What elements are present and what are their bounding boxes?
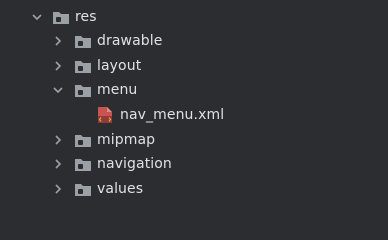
xml-file-icon bbox=[97, 106, 113, 124]
folder-icon bbox=[74, 34, 92, 49]
tree-node-values[interactable]: values bbox=[0, 177, 388, 202]
folder-icon bbox=[74, 83, 92, 98]
tree-node-label: values bbox=[97, 181, 144, 197]
tree-node-nav-menu-xml[interactable]: nav_menu.xml bbox=[0, 103, 388, 128]
tree-node-label: menu bbox=[97, 82, 138, 98]
project-tree: res drawable layout menu nav_menu.xml mi… bbox=[0, 0, 388, 203]
chevron-right-icon[interactable] bbox=[52, 158, 64, 170]
tree-node-label: nav_menu.xml bbox=[120, 107, 225, 123]
folder-icon bbox=[52, 10, 70, 25]
tree-node-label: drawable bbox=[97, 33, 163, 49]
tree-node-mipmap[interactable]: mipmap bbox=[0, 128, 388, 153]
folder-icon bbox=[74, 59, 92, 74]
folder-icon bbox=[74, 133, 92, 148]
tree-node-layout[interactable]: layout bbox=[0, 54, 388, 79]
tree-node-label: layout bbox=[97, 58, 142, 74]
chevron-down-icon[interactable] bbox=[31, 11, 43, 23]
chevron-down-icon[interactable] bbox=[52, 84, 64, 96]
chevron-right-icon[interactable] bbox=[52, 183, 64, 195]
tree-node-res[interactable]: res bbox=[0, 5, 388, 30]
tree-node-label: mipmap bbox=[97, 132, 156, 148]
tree-node-label: navigation bbox=[97, 156, 172, 172]
tree-node-menu[interactable]: menu bbox=[0, 78, 388, 103]
tree-node-drawable[interactable]: drawable bbox=[0, 29, 388, 54]
folder-icon bbox=[74, 157, 92, 172]
folder-icon bbox=[74, 182, 92, 197]
chevron-right-icon[interactable] bbox=[52, 35, 64, 47]
chevron-right-icon[interactable] bbox=[52, 134, 64, 146]
chevron-right-icon[interactable] bbox=[52, 60, 64, 72]
tree-node-label: res bbox=[75, 9, 97, 25]
tree-node-navigation[interactable]: navigation bbox=[0, 152, 388, 177]
